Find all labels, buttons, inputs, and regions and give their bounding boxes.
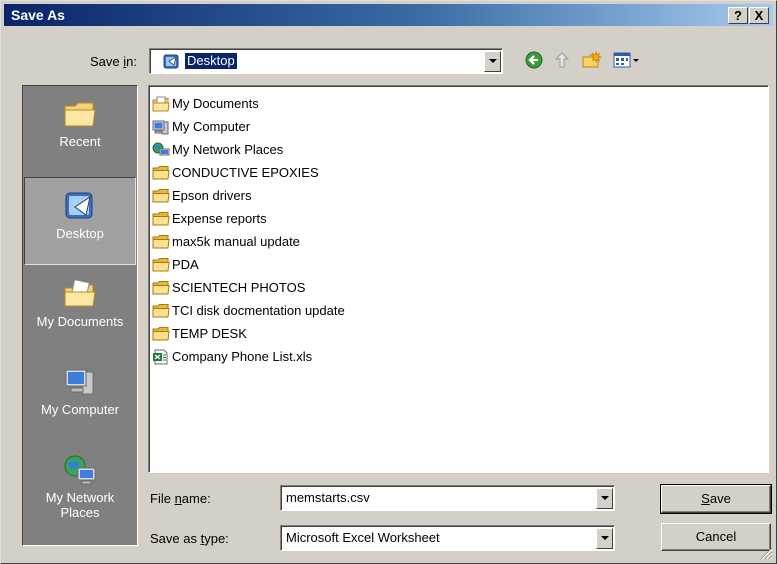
place-desktop[interactable]: Desktop (24, 177, 136, 265)
file-name: CONDUCTIVE EPOXIES (172, 165, 319, 180)
place-my-network-places[interactable]: My Network Places (24, 442, 136, 542)
file-list[interactable]: My Documents My Computer My Network Plac… (148, 85, 769, 473)
list-item[interactable]: My Network Places (152, 138, 768, 161)
folder-icon (152, 211, 170, 225)
recent-folder-icon (64, 102, 96, 127)
back-icon[interactable] (525, 51, 543, 69)
file-name: My Computer (172, 119, 251, 134)
file-name-dropdown-arrow[interactable] (596, 488, 613, 509)
list-item[interactable]: TCI disk docmentation update (152, 299, 768, 322)
save-as-type-combo[interactable]: Microsoft Excel Worksheet (280, 525, 615, 551)
file-name: My Documents (172, 96, 259, 111)
file-name: TEMP DESK (172, 326, 247, 341)
save-in-dropdown-arrow[interactable] (484, 51, 501, 72)
save-as-type-label: Save as type: (150, 531, 229, 546)
folder-icon (152, 234, 170, 248)
file-name: Epson drivers (172, 188, 252, 203)
file-name: Company Phone List.xls (172, 349, 313, 364)
save-in-combo[interactable]: Desktop (149, 48, 503, 74)
list-item[interactable]: SCIENTECH PHOTOS (152, 276, 768, 299)
list-item[interactable]: max5k manual update (152, 230, 768, 253)
file-name-combo[interactable]: memstarts.csv (280, 485, 615, 511)
file-name: max5k manual update (172, 234, 300, 249)
list-item[interactable]: PDA (152, 253, 768, 276)
list-item[interactable]: My Documents (152, 92, 768, 115)
folder-icon (152, 165, 170, 179)
place-recent[interactable]: Recent (24, 86, 136, 174)
save-in-value: Desktop (184, 52, 238, 70)
folder-icon (152, 280, 170, 294)
my-documents-icon (152, 96, 170, 111)
file-name: SCIENTECH PHOTOS (172, 280, 306, 295)
save-as-type-value: Microsoft Excel Worksheet (286, 530, 440, 545)
desktop-icon (65, 192, 93, 219)
up-folder-icon[interactable] (553, 51, 571, 69)
excel-file-icon (153, 349, 168, 364)
list-item[interactable]: TEMP DESK (152, 322, 768, 345)
list-item[interactable]: CONDUCTIVE EPOXIES (152, 161, 768, 184)
file-name-input[interactable]: memstarts.csv (286, 490, 370, 506)
view-menu-icon[interactable] (613, 51, 641, 69)
save-as-dialog: Save As ? X Save in: Desktop Recent Desk… (0, 0, 777, 564)
list-item[interactable]: My Computer (152, 115, 768, 138)
network-places-icon (64, 455, 96, 485)
save-in-label: Save in: (90, 54, 137, 69)
file-name: PDA (172, 257, 199, 272)
network-places-icon (152, 142, 170, 155)
save-button[interactable]: Save (660, 484, 772, 514)
desktop-icon (163, 54, 179, 69)
my-documents-icon (64, 279, 96, 307)
file-name: TCI disk docmentation update (172, 303, 345, 318)
resize-grip-icon[interactable] (760, 547, 773, 560)
folder-icon (152, 326, 170, 340)
folder-icon (152, 188, 170, 202)
list-item[interactable]: Epson drivers (152, 184, 768, 207)
file-name: Expense reports (172, 211, 267, 226)
folder-icon (152, 257, 170, 271)
help-button[interactable]: ? (728, 7, 748, 24)
folder-icon (152, 303, 170, 317)
file-name-label: File name: (150, 491, 211, 506)
my-computer-icon (152, 120, 169, 134)
list-item[interactable]: Expense reports (152, 207, 768, 230)
place-my-computer[interactable]: My Computer (24, 354, 136, 442)
file-name: My Network Places (172, 142, 284, 157)
place-my-documents[interactable]: My Documents (24, 266, 136, 354)
list-item[interactable]: Company Phone List.xls (152, 345, 768, 368)
title-bar[interactable]: Save As ? X (4, 4, 773, 26)
save-as-type-dropdown-arrow[interactable] (596, 528, 613, 549)
my-computer-icon (65, 369, 94, 395)
new-folder-icon[interactable] (582, 51, 602, 69)
close-button[interactable]: X (749, 7, 769, 24)
places-bar: Recent Desktop My Documents My Computer … (22, 85, 138, 546)
window-title: Save As (11, 7, 65, 23)
cancel-button[interactable]: Cancel (661, 523, 771, 551)
